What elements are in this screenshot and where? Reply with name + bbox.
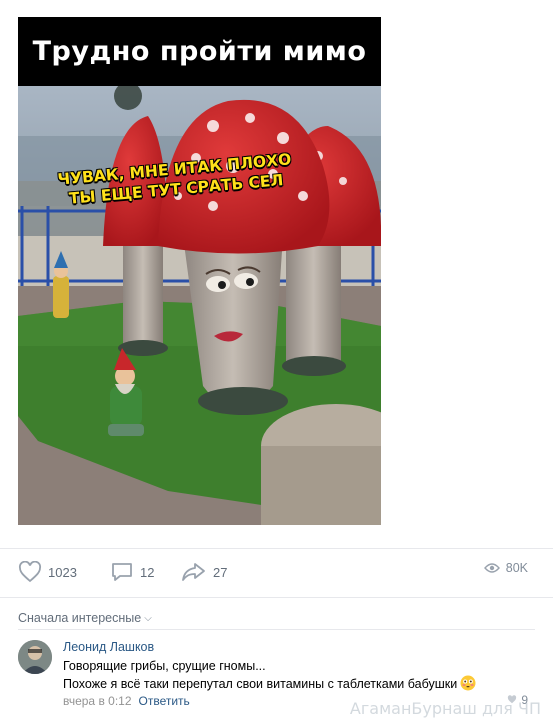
sort-label: Сначала интересные [18,611,142,625]
comment-text-line-1: Говорящие грибы, срущие гномы... [63,659,266,673]
share-button[interactable]: 27 [181,561,227,583]
like-count: 1023 [48,564,77,580]
divider [18,629,535,630]
comment-text-line-2: Похоже я всё таки перепутал свои витамин… [63,675,513,696]
views-counter: 80K [483,561,528,575]
comment-text: Говорящие грибы, срущие гномы... Похоже … [63,658,513,696]
share-count: 27 [213,564,228,580]
avatar[interactable] [18,640,52,674]
meme-caption-bar: Трудно пройти мимо [18,17,381,86]
comment-text-line-2-text: Похоже я всё таки перепутал свои витамин… [63,677,458,691]
comment-author[interactable]: Леонид Лашков [63,640,154,654]
share-icon [182,563,205,581]
watermark: АгаманБурнаш для ЧП [349,699,541,718]
comment-time[interactable]: вчера в 0:12 [63,694,132,708]
comment-count: 12 [140,564,155,580]
comment-button[interactable]: 12 [110,561,154,583]
views-count: 80K [505,561,528,575]
reply-button[interactable]: Ответить [139,694,190,708]
chevron-down-icon: ⌵ [144,612,152,624]
comment-meta: вчера в 0:12 Ответить [63,694,190,708]
flushed-emoji-icon [460,675,476,696]
eye-icon [483,563,500,573]
meme-caption: Трудно пройти мимо [32,36,367,67]
meme-photo: ЧУВАК, МНЕ ИТАК ПЛОХО ТЫ ЕЩЕ ТУТ СРАТЬ С… [18,86,381,525]
comment-icon [112,563,132,581]
post-actions-bar: 1023 12 27 80K [0,548,553,598]
post-image[interactable]: Трудно пройти мимо ЧУВАК, МНЕ ИТАК ПЛОХО… [18,17,381,525]
heart-icon [18,561,42,583]
like-button[interactable]: 1023 [18,561,77,583]
comments-sort-dropdown[interactable]: Сначала интересные ⌵ [18,611,152,625]
